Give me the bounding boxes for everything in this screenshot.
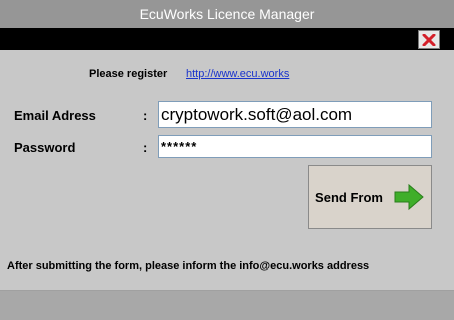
send-form-button[interactable]: Send From bbox=[308, 165, 432, 229]
register-label: Please register bbox=[89, 68, 168, 80]
close-icon bbox=[422, 33, 436, 46]
send-form-label: Send From bbox=[315, 189, 383, 205]
window-title: EcuWorks Licence Manager bbox=[139, 6, 315, 22]
close-button[interactable] bbox=[418, 30, 440, 49]
bottom-bar bbox=[0, 291, 454, 320]
password-colon: : bbox=[143, 140, 148, 155]
email-input[interactable] bbox=[158, 101, 432, 128]
password-label: Password bbox=[14, 140, 76, 155]
toolbar-strip bbox=[0, 28, 454, 50]
right-arrow-icon bbox=[394, 183, 424, 211]
title-bar: EcuWorks Licence Manager bbox=[0, 0, 454, 28]
password-input[interactable] bbox=[158, 135, 432, 158]
email-label: Email Adress bbox=[14, 108, 96, 123]
email-colon: : bbox=[143, 108, 148, 123]
footer-note: After submitting the form, please inform… bbox=[7, 260, 370, 272]
register-link[interactable]: http://www.ecu.works bbox=[186, 68, 289, 80]
